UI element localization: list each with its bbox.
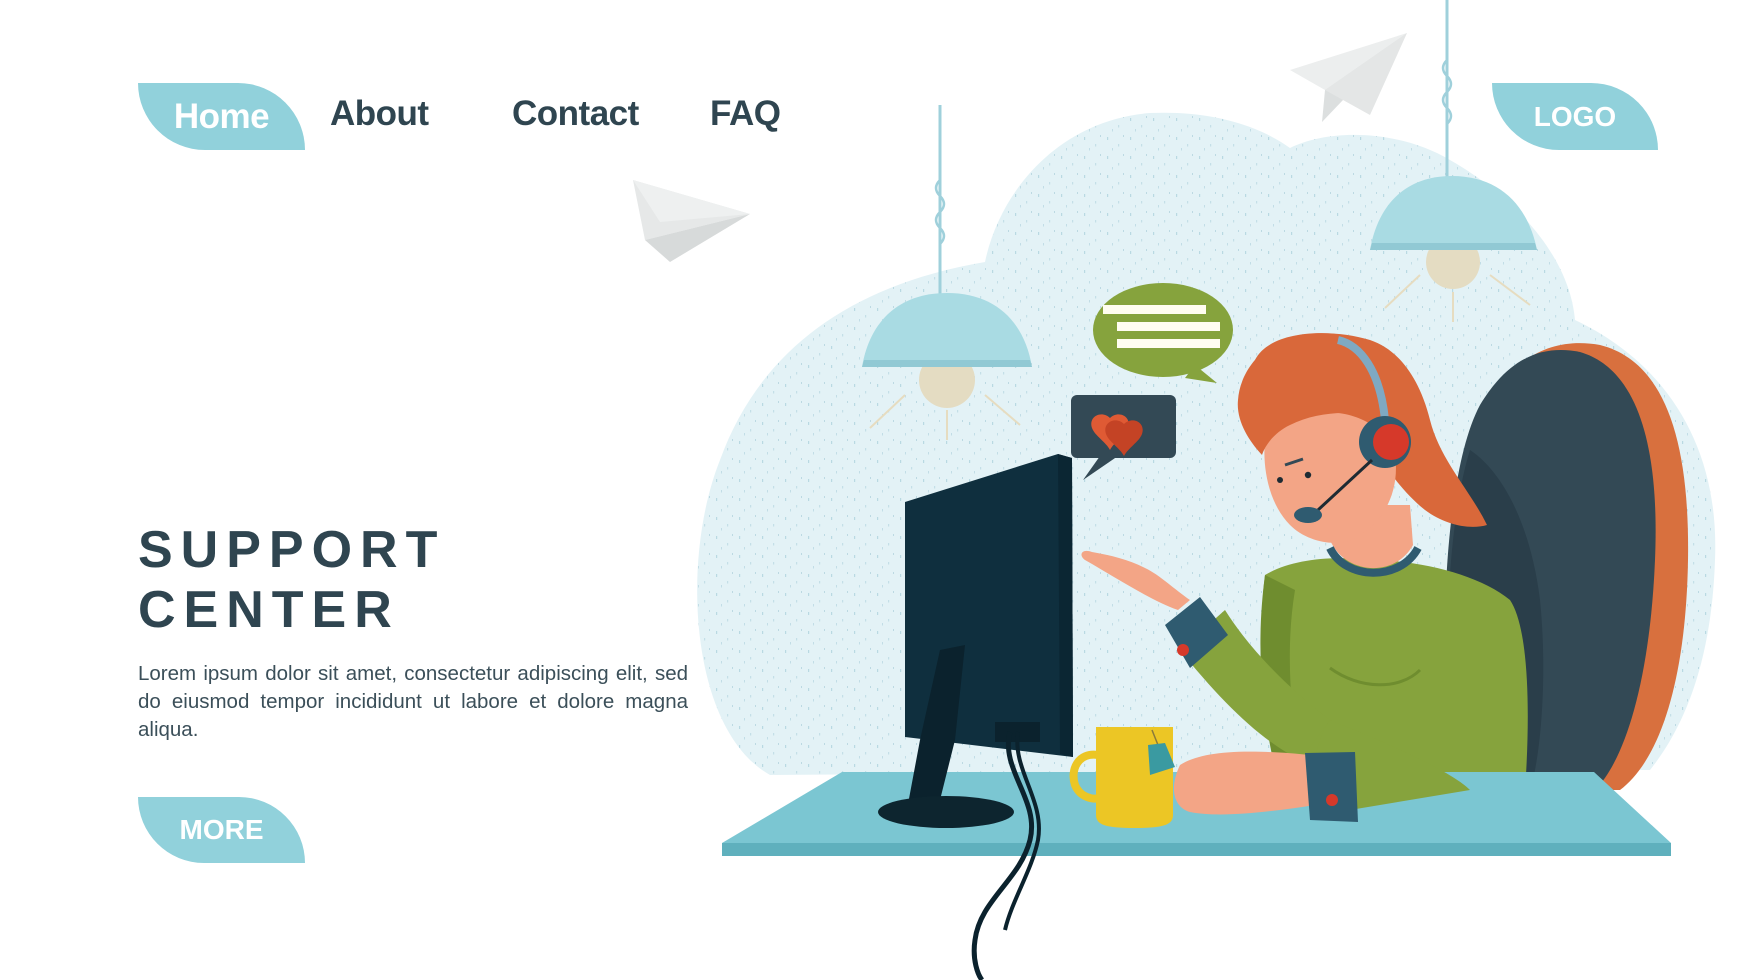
office-chair-icon: [1444, 343, 1689, 803]
logo[interactable]: LOGO: [1492, 83, 1658, 150]
pendant-lamp-icon: [862, 105, 1032, 440]
hero-title: SUPPORT CENTER: [138, 520, 445, 640]
nav-faq-link[interactable]: FAQ: [710, 94, 781, 134]
support-agent-figure: [1081, 333, 1528, 790]
hero-title-line-1: SUPPORT: [138, 521, 446, 579]
hero-description: Lorem ipsum dolor sit amet, consectetur …: [138, 662, 688, 741]
paper-plane-icon: [633, 180, 750, 262]
agent-lower-arm: [1173, 720, 1470, 822]
paper-plane-icon: [1290, 33, 1407, 122]
pendant-lamp-icon: [1370, 0, 1537, 322]
nav-home-link[interactable]: Home: [138, 83, 305, 150]
heart-message-icon: [1071, 395, 1176, 480]
monitor-icon: [878, 454, 1073, 980]
nav-contact-link[interactable]: Contact: [512, 94, 639, 134]
mug-icon: [1069, 727, 1175, 828]
hero-title-line-2: CENTER: [138, 581, 400, 639]
desk: [722, 772, 1671, 856]
more-button[interactable]: MORE: [138, 797, 305, 863]
cloud-background: [697, 112, 1716, 775]
chat-bubble-icon: [1093, 283, 1233, 383]
nav-about-link[interactable]: About: [330, 94, 429, 134]
